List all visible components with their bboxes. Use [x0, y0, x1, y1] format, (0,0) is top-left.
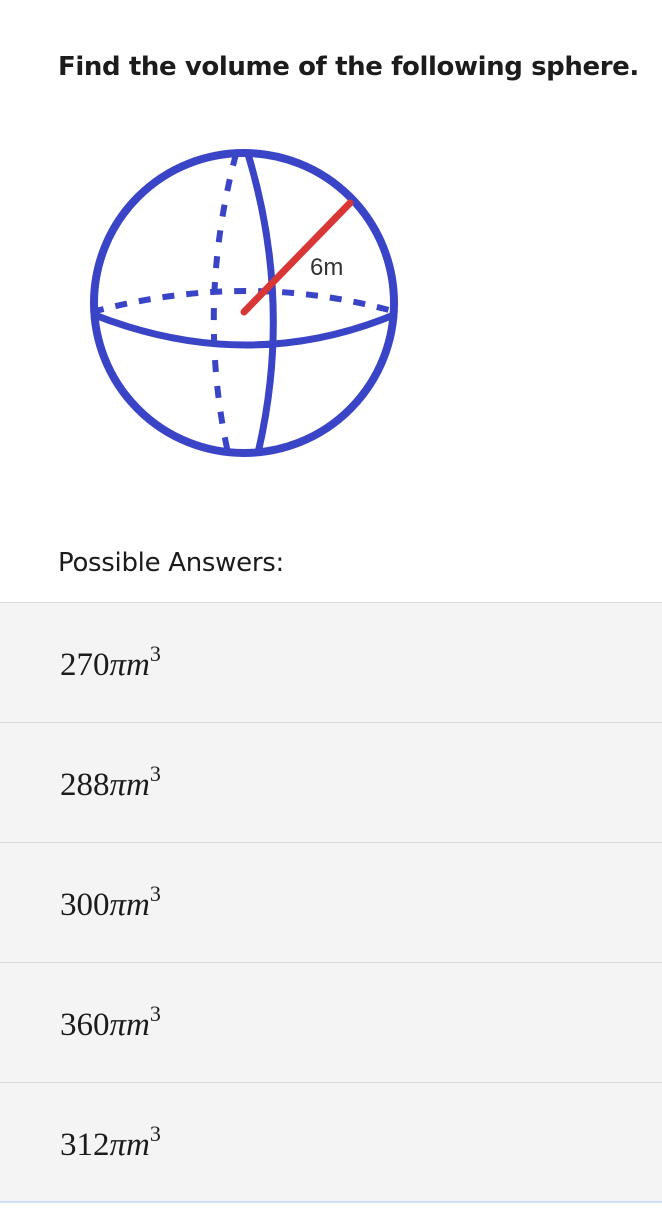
pi-symbol: π: [109, 647, 127, 683]
answer-option-2[interactable]: 288πm3: [0, 723, 662, 843]
answer-coefficient: 360: [60, 1007, 110, 1043]
answer-math: 270πm3: [60, 643, 161, 684]
answer-math: 288πm3: [60, 763, 161, 804]
answer-math: 300πm3: [60, 883, 161, 924]
answer-option-1[interactable]: 270πm3: [0, 603, 662, 723]
exponent: 3: [149, 881, 161, 906]
answer-list: 270πm3 288πm3 300πm3 360πm3 312πm3: [0, 602, 662, 1203]
question-text: Find the volume of the following sphere.: [58, 52, 639, 82]
exponent: 3: [149, 1121, 161, 1146]
pi-symbol: π: [109, 767, 127, 803]
back-meridian-dashed: [210, 153, 239, 454]
sphere-diagram: 6m: [78, 140, 418, 470]
pi-symbol: π: [109, 1007, 127, 1043]
radius-label: 6m: [310, 254, 343, 281]
unit-symbol: m: [126, 887, 150, 923]
answer-option-3[interactable]: 300πm3: [0, 843, 662, 963]
unit-symbol: m: [126, 647, 150, 683]
answer-coefficient: 312: [60, 1127, 110, 1163]
exponent: 3: [149, 641, 161, 666]
unit-symbol: m: [126, 1127, 150, 1163]
pi-symbol: π: [109, 887, 127, 923]
answer-coefficient: 288: [60, 767, 110, 803]
answer-coefficient: 270: [60, 647, 110, 683]
answer-math: 360πm3: [60, 1003, 161, 1044]
answer-math: 312πm3: [60, 1123, 161, 1164]
exponent: 3: [149, 1001, 161, 1026]
answer-option-5[interactable]: 312πm3: [0, 1083, 662, 1203]
front-equator: [90, 310, 398, 349]
unit-symbol: m: [126, 767, 150, 803]
sphere-outline: [90, 149, 398, 457]
sphere-svg: 6m: [90, 149, 398, 457]
answer-option-4[interactable]: 360πm3: [0, 963, 662, 1083]
possible-answers-heading: Possible Answers:: [58, 548, 284, 578]
unit-symbol: m: [126, 1007, 150, 1043]
answer-coefficient: 300: [60, 887, 110, 923]
pi-symbol: π: [109, 1127, 127, 1163]
exponent: 3: [149, 761, 161, 786]
